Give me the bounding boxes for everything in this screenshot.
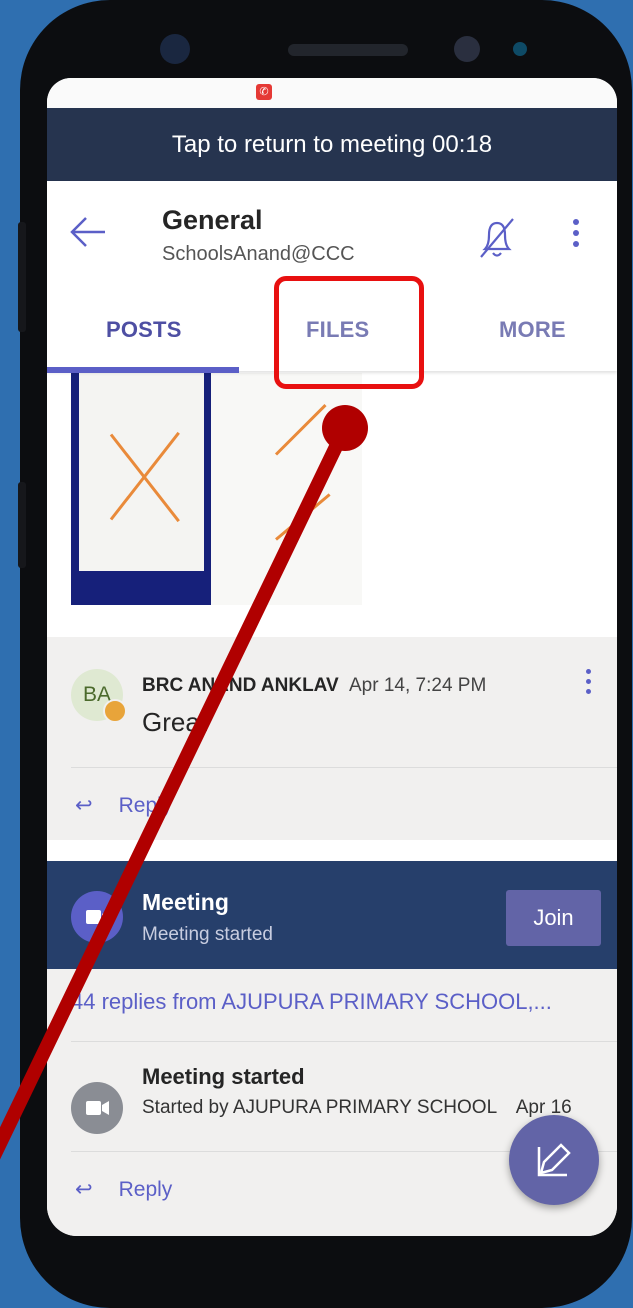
meeting-started-title: Meeting started [142, 1064, 305, 1089]
reply-button[interactable]: ↩ Reply [75, 793, 172, 818]
compose-button[interactable] [509, 1115, 599, 1205]
avatar[interactable]: BA [71, 669, 127, 723]
meeting-title: Meeting [142, 889, 229, 915]
video-camera-icon [71, 891, 123, 943]
more-options-icon[interactable] [571, 219, 581, 253]
bell-off-icon[interactable] [475, 215, 519, 261]
tab-more[interactable]: MORE [499, 317, 566, 343]
away-status-icon [103, 699, 127, 723]
post-text: Great [142, 707, 208, 737]
divider [71, 1041, 617, 1042]
tab-posts[interactable]: POSTS [106, 317, 182, 343]
sensor-led [513, 42, 527, 56]
volume-button [18, 222, 26, 332]
call-notification-icon: ✆ [256, 84, 272, 100]
channel-title: General [162, 205, 263, 235]
post-more-icon[interactable] [584, 669, 592, 699]
meeting-started-by: Started by AJUPURA PRIMARY SCHOOL Apr 16 [142, 1097, 572, 1119]
selected-tab-indicator [47, 367, 239, 373]
worksheet-page-right [211, 373, 362, 605]
status-bar: ✆ [47, 78, 617, 108]
earpiece-speaker [288, 44, 408, 56]
meeting-status: Meeting started [142, 924, 273, 945]
annotation-highlight-box [274, 276, 424, 389]
replies-link[interactable]: 44 replies from AJUPURA PRIMARY SCHOOL,.… [71, 989, 552, 1015]
meeting-card: Meeting Meeting started Join [47, 861, 617, 969]
app-screen: ✆ Tap to return to meeting 00:18 General… [47, 78, 617, 1236]
post-card: BA BRC ANAND ANKLAV Apr 14, 7:24 PM Grea… [47, 637, 617, 840]
post-time: Apr 14, 7:24 PM [349, 675, 487, 696]
reply-label: Reply [118, 794, 173, 817]
channel-subtitle: SchoolsAnand@CCC [162, 243, 355, 265]
back-arrow-icon[interactable] [69, 215, 107, 256]
video-camera-icon [71, 1082, 123, 1134]
reply-button[interactable]: ↩ Reply [75, 1177, 172, 1202]
divider [71, 767, 617, 768]
front-camera [160, 34, 190, 64]
reply-arrow-icon: ↩ [75, 794, 93, 817]
reply-label: Reply [118, 1178, 173, 1201]
meeting-started-by-text: Started by AJUPURA PRIMARY SCHOOL [142, 1097, 497, 1118]
reply-arrow-icon: ↩ [75, 1178, 93, 1201]
post-author: BRC ANAND ANKLAV [142, 675, 339, 696]
sensor [454, 36, 480, 62]
join-button[interactable]: Join [506, 890, 601, 946]
bixby-button [18, 482, 26, 568]
worksheet-image-attachment[interactable] [71, 373, 362, 605]
return-to-meeting-banner[interactable]: Tap to return to meeting 00:18 [47, 108, 617, 181]
edit-pencil-icon [537, 1143, 571, 1177]
